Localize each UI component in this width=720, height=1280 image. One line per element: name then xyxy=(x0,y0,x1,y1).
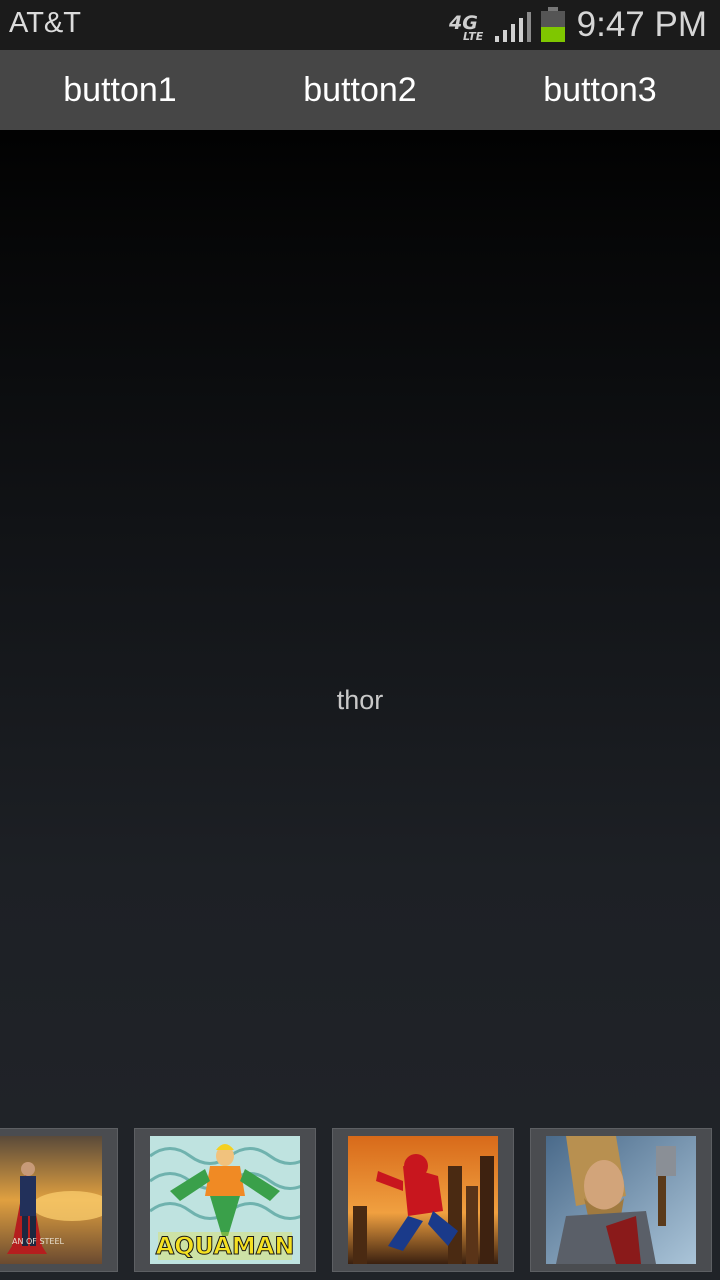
image-gallery[interactable]: AN OF STEEL AQUAMAN xyxy=(0,1120,720,1280)
gallery-item-aquaman[interactable]: AQUAMAN xyxy=(134,1128,316,1272)
gallery-item-thor[interactable] xyxy=(530,1128,712,1272)
clock: 9:47 PM xyxy=(576,5,707,44)
button1[interactable]: button1 xyxy=(0,50,240,130)
status-bar: AT&T 4G LTE 9:47 PM xyxy=(0,0,720,50)
gallery-item-superman[interactable]: AN OF STEEL xyxy=(0,1128,118,1272)
superman-caption: AN OF STEEL xyxy=(12,1237,65,1246)
network-subtype: LTE xyxy=(463,30,484,43)
top-button-bar: button1 button2 button3 xyxy=(0,50,720,130)
button2[interactable]: button2 xyxy=(240,50,480,130)
content-area: thor xyxy=(0,130,720,1120)
aquaman-poster-image: AQUAMAN xyxy=(150,1136,300,1264)
thor-poster-image xyxy=(546,1136,696,1264)
carrier-name: AT&T xyxy=(9,7,81,39)
spiderman-poster-image xyxy=(348,1136,498,1264)
button3[interactable]: button3 xyxy=(480,50,720,130)
network-type-icon: 4G LTE xyxy=(449,12,489,44)
signal-strength-icon xyxy=(495,12,531,42)
selected-item-label: thor xyxy=(336,685,384,715)
superman-poster-image: AN OF STEEL xyxy=(0,1136,102,1264)
battery-icon xyxy=(541,7,565,42)
aquaman-caption: AQUAMAN xyxy=(156,1232,295,1260)
gallery-item-spiderman[interactable] xyxy=(332,1128,514,1272)
